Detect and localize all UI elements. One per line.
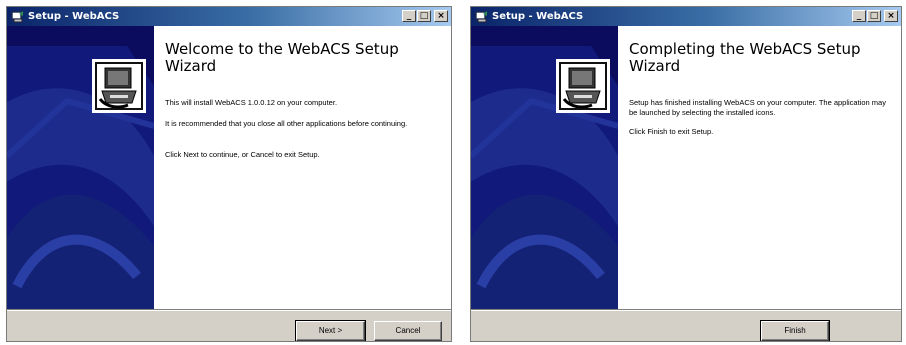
cancel-button[interactable]: Cancel [374,321,442,341]
install-info-text: This will install WebACS 1.0.0.12 on you… [165,98,338,107]
wizard-content: Completing the WebACS Setup Wizard Setup… [618,26,901,309]
instruction-text: Click Finish to exit Setup. [629,127,714,136]
instruction-text: Click Next to continue, or Cancel to exi… [165,150,320,159]
window-title: Setup - WebACS [28,11,120,22]
title-bar[interactable]: Setup - WebACS _ □ × [7,7,451,26]
window-controls: _ □ × [402,10,448,22]
setup-window-complete: Setup - WebACS _ □ × Completing the WebA… [470,6,902,342]
minimize-icon[interactable]: _ [852,10,866,22]
setup-app-icon [11,10,24,23]
close-icon[interactable]: × [884,10,898,22]
window-controls: _ □ × [852,10,898,22]
maximize-icon[interactable]: □ [867,10,881,22]
finished-info-text: Setup has finished installing WebACS on … [629,98,886,117]
button-bar: Finish [471,309,901,341]
setup-app-icon [475,10,488,23]
minimize-icon[interactable]: _ [402,10,416,22]
next-button[interactable]: Next > [295,320,366,341]
wizard-side-panel [7,26,154,309]
recommendation-text: It is recommended that you close all oth… [165,119,408,128]
title-bar[interactable]: Setup - WebACS _ □ × [471,7,901,26]
wizard-heading: Completing the WebACS Setup Wizard [629,40,861,75]
computer-install-icon [92,59,146,113]
window-title: Setup - WebACS [492,11,584,22]
finish-button[interactable]: Finish [760,320,830,341]
maximize-icon[interactable]: □ [417,10,431,22]
wizard-content: Welcome to the WebACS Setup Wizard This … [154,26,451,309]
button-bar: Next > Cancel [7,309,451,341]
close-icon[interactable]: × [434,10,448,22]
wizard-heading: Welcome to the WebACS Setup Wizard [165,40,399,75]
setup-window-welcome: Setup - WebACS _ □ × Welcome to the WebA… [6,6,452,342]
computer-install-icon [556,59,610,113]
wizard-side-panel [471,26,618,309]
